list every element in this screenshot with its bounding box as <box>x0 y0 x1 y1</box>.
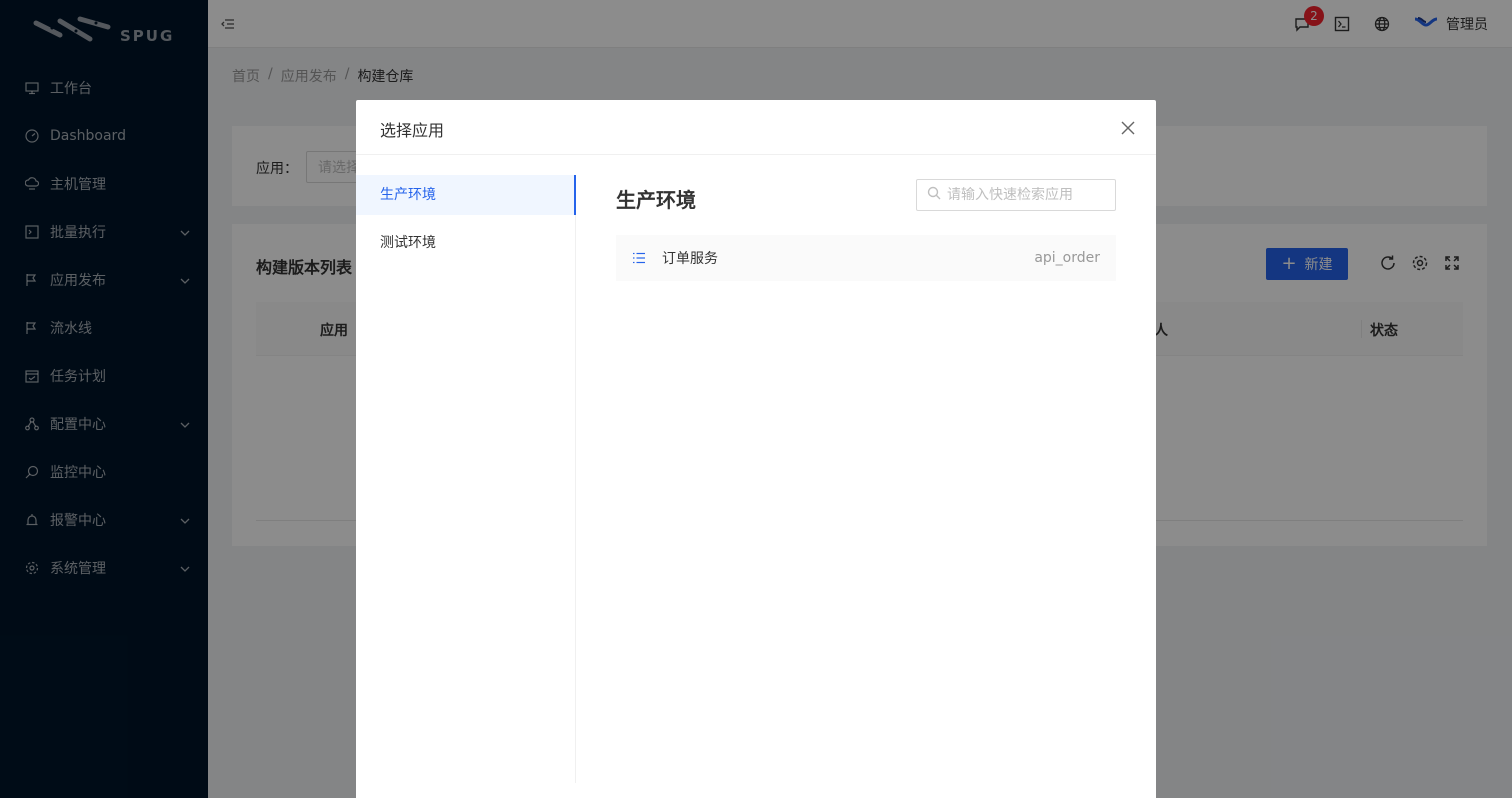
environment-item[interactable]: 生产环境 <box>356 175 576 215</box>
modal-title: 选择应用 <box>380 121 445 140</box>
app-name: 订单服务 <box>662 251 718 267</box>
app-key: api_order <box>1034 250 1100 266</box>
environment-list: 生产环境 测试环境 <box>356 175 576 783</box>
modal-header: 选择应用 <box>356 100 1156 155</box>
app-search[interactable] <box>916 179 1116 211</box>
select-app-modal: 选择应用 生产环境测试环境 生产环境 订单服务 api_order <box>356 100 1156 798</box>
app-list-item[interactable]: 订单服务 api_order <box>616 235 1116 281</box>
search-input[interactable] <box>947 187 1107 203</box>
close-icon[interactable] <box>1120 120 1136 136</box>
unordered-list-icon <box>632 251 646 265</box>
panel-title: 生产环境 <box>616 188 696 212</box>
search-icon <box>927 186 941 204</box>
environment-item[interactable]: 测试环境 <box>356 223 575 263</box>
